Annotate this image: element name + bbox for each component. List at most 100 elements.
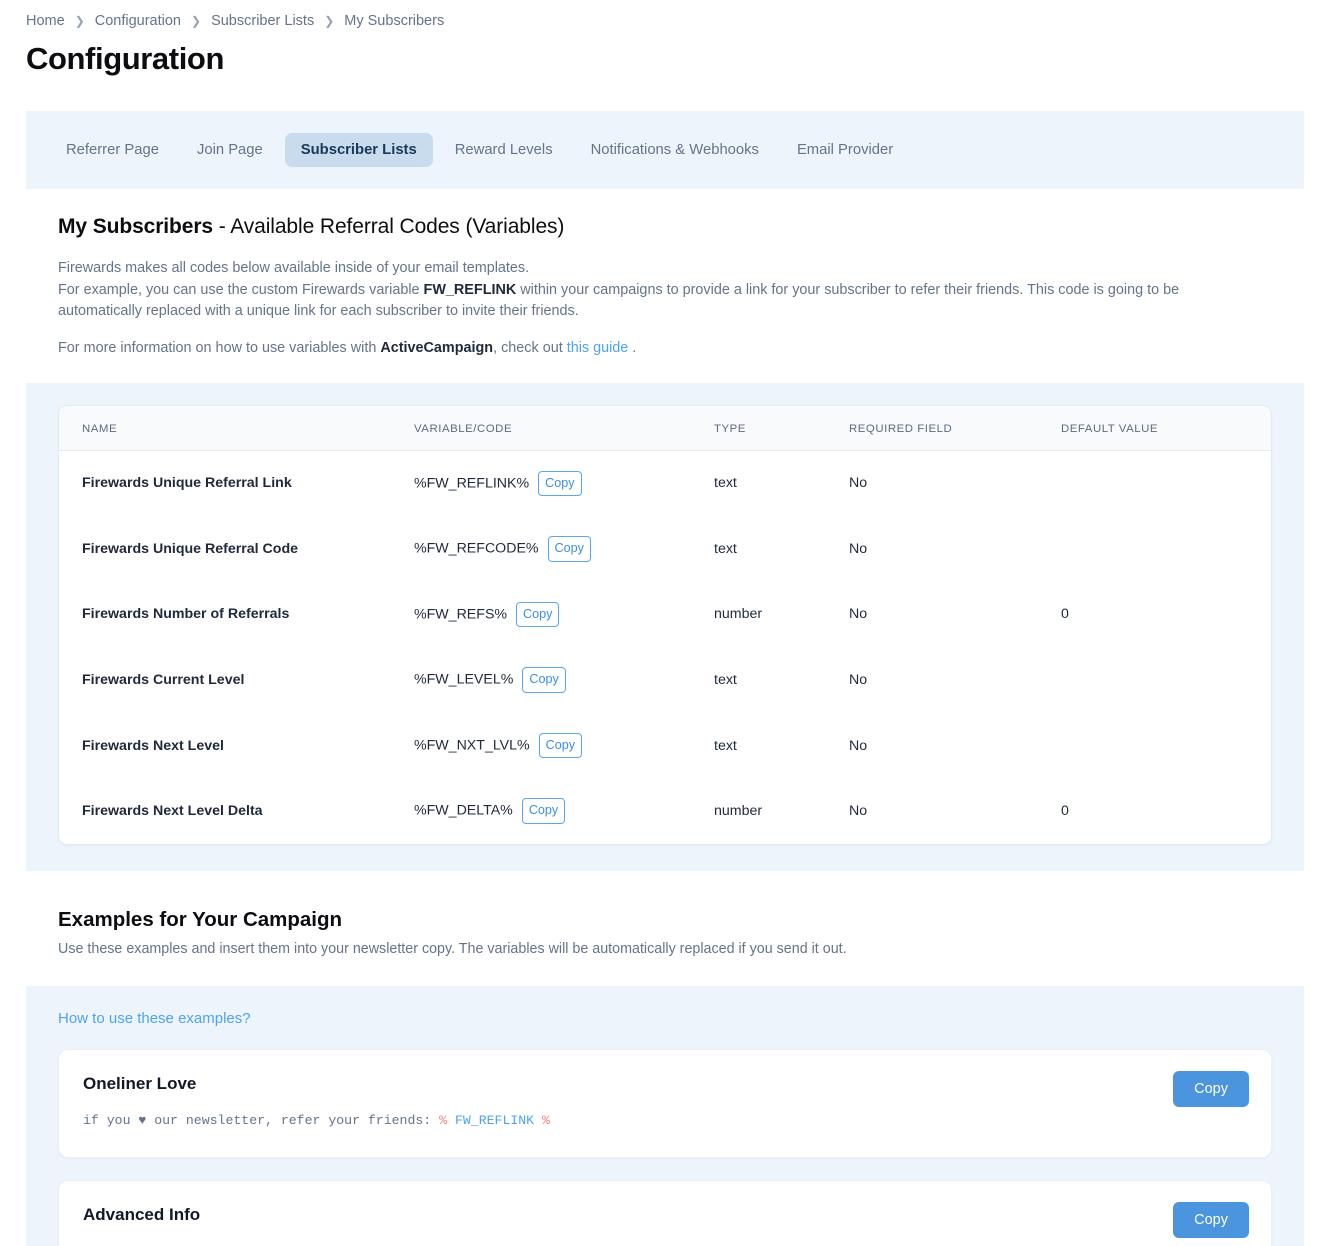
cell-default (1061, 647, 1271, 713)
variable-code-text: %FW_LEVEL% (414, 671, 514, 688)
description-line-3b: , check out (493, 339, 567, 356)
tabstrip-container: Referrer Page Join Page Subscriber Lists… (26, 111, 1304, 189)
cell-variable: %FW_REFS% Copy (414, 582, 714, 648)
cell-default: 0 (1061, 803, 1069, 820)
table-row: Firewards Next Level %FW_NXT_LVL% Copy te… (59, 713, 1271, 779)
variables-table: NAME VARIABLE/CODE TYPE REQUIRED FIELD D… (59, 406, 1271, 844)
cell-name: Firewards Number of Referrals (82, 606, 290, 623)
cell-required: No (849, 540, 868, 557)
variable-code-text: %FW_DELTA% (414, 803, 513, 820)
copy-button[interactable]: Copy (522, 667, 566, 693)
table-row: Firewards Current Level %FW_LEVEL% Copy t… (59, 647, 1271, 713)
column-header-required-field: REQUIRED FIELD (849, 406, 1061, 451)
cell-name: Firewards Next Level Delta (82, 803, 263, 820)
this-guide-link[interactable]: this guide (567, 340, 629, 356)
code-percent: % (542, 1113, 550, 1129)
cell-variable: %FW_NXT_LVL% Copy (414, 713, 714, 779)
variables-table-card: NAME VARIABLE/CODE TYPE REQUIRED FIELD D… (58, 405, 1272, 846)
copy-button[interactable]: Copy (538, 470, 582, 497)
tab-referrer-page[interactable]: Referrer Page (50, 133, 175, 167)
cell-type: text (714, 737, 737, 754)
table-row: Firewards Number of Referrals %FW_REFS% C… (59, 582, 1271, 648)
chevron-right-icon: ❯ (191, 14, 202, 28)
cell-name: Firewards Next Level (82, 737, 224, 754)
example-card-title: Advanced Info (83, 1205, 201, 1225)
description-paragraph-2: For more information on how to use varia… (58, 338, 1226, 360)
section-heading: My Subscribers - Available Referral Code… (26, 215, 1304, 239)
cell-type: text (714, 475, 737, 492)
variable-code-text: %FW_REFS% (414, 606, 508, 623)
tab-subscriber-lists[interactable]: Subscriber Lists (284, 133, 433, 167)
examples-heading: Examples for Your Campaign (58, 908, 343, 932)
cell-required: No (849, 803, 868, 820)
cell-name: Firewards Unique Referral Code (82, 540, 299, 557)
example-card-code: YOUR REFERRAL STATUSYou have a total of … (83, 1241, 1123, 1246)
tab-notifications-webhooks[interactable]: Notifications & Webhooks (575, 133, 775, 167)
page-title: Configuration (26, 41, 224, 76)
tab-reward-levels[interactable]: Reward Levels (439, 133, 569, 167)
column-header-name: NAME (59, 406, 414, 451)
description-line-3a: For more information on how to use varia… (58, 339, 381, 356)
cell-variable: %FW_DELTA% Copy (414, 778, 714, 844)
table-row: Firewards Next Level Delta %FW_DELTA% Cop… (59, 778, 1271, 844)
variable-fw-reflink: FW_REFLINK (423, 281, 517, 298)
table-header: NAME VARIABLE/CODE TYPE REQUIRED FIELD D… (59, 406, 1271, 451)
cell-required: No (849, 672, 868, 689)
examples-subtitle: Use these examples and insert them into … (58, 941, 847, 958)
cell-variable: %FW_LEVEL% Copy (414, 647, 714, 713)
variables-panel: NAME VARIABLE/CODE TYPE REQUIRED FIELD D… (26, 383, 1304, 872)
tab-email-provider[interactable]: Email Provider (781, 133, 909, 167)
code-text: if you ♥ our newsletter, refer your frie… (83, 1113, 440, 1129)
tab-join-page[interactable]: Join Page (181, 133, 279, 167)
cell-default (1061, 713, 1271, 779)
cell-type: text (714, 672, 737, 689)
example-card-title: Oneliner Love (83, 1074, 197, 1094)
copy-button[interactable]: Copy (521, 798, 566, 825)
cell-variable: %FW_REFLINK% Copy (414, 450, 714, 516)
copy-button[interactable]: Copy (516, 601, 560, 628)
table-header-row: NAME VARIABLE/CODE TYPE REQUIRED FIELD D… (59, 406, 1271, 451)
column-header-variable-code: VARIABLE/CODE (414, 406, 714, 451)
section-heading-bold: My Subscribers (58, 215, 213, 238)
column-header-default-value: DEFAULT VALUE (1061, 406, 1271, 451)
copy-button[interactable]: Copy (1173, 1071, 1249, 1108)
cell-required: No (849, 606, 868, 623)
cell-required: No (849, 737, 868, 754)
examples-panel: How to use these examples? Oneliner Love… (26, 986, 1304, 1246)
chevron-right-icon: ❯ (324, 14, 335, 28)
section-intro: My Subscribers - Available Referral Code… (0, 189, 1330, 359)
breadcrumb-item-home[interactable]: Home (26, 13, 65, 29)
description-line-3c: . (628, 339, 637, 356)
code-variable: FW_REFLINK (447, 1113, 543, 1129)
column-header-type: TYPE (714, 406, 849, 451)
cell-default (1061, 450, 1271, 516)
cell-name: Firewards Unique Referral Link (82, 475, 292, 492)
cell-type: number (714, 606, 763, 623)
description-line-1: Firewards makes all codes below availabl… (58, 260, 530, 276)
cell-name: Firewards Current Level (82, 672, 245, 689)
cell-type: text (714, 540, 737, 557)
description-paragraph-1: Firewards makes all codes below availabl… (58, 258, 1226, 323)
table-row: Firewards Unique Referral Code %FW_REFCO… (59, 516, 1271, 582)
tabstrip: Referrer Page Join Page Subscriber Lists… (50, 133, 1280, 167)
code-percent: % (439, 1113, 448, 1129)
copy-button[interactable]: Copy (547, 536, 591, 562)
how-to-use-examples-link[interactable]: How to use these examples? (58, 1010, 251, 1027)
cell-default: 0 (1061, 606, 1069, 623)
copy-button[interactable]: Copy (538, 732, 583, 759)
copy-button[interactable]: Copy (1173, 1202, 1249, 1239)
breadcrumb-item-subscriber-lists[interactable]: Subscriber Lists (211, 13, 314, 29)
breadcrumb: Home ❯ Configuration ❯ Subscriber Lists … (0, 0, 1330, 29)
variable-code-text: %FW_REFLINK% (414, 475, 530, 492)
section-description: Firewards makes all codes below availabl… (26, 258, 1226, 359)
cell-variable: %FW_REFCODE% Copy (414, 516, 714, 582)
breadcrumb-item-my-subscribers[interactable]: My Subscribers (344, 13, 444, 29)
examples-intro: Examples for Your Campaign Use these exa… (0, 871, 1330, 987)
cell-required: No (849, 475, 868, 492)
example-card-advanced-info: Advanced Info YOUR REFERRAL STATUSYou ha… (58, 1180, 1272, 1246)
chevron-right-icon: ❯ (74, 14, 85, 28)
breadcrumb-item-configuration[interactable]: Configuration (95, 13, 181, 29)
variable-code-text: %FW_REFCODE% (414, 540, 539, 557)
cell-type: number (714, 803, 763, 820)
variable-code-text: %FW_NXT_LVL% (414, 737, 530, 754)
